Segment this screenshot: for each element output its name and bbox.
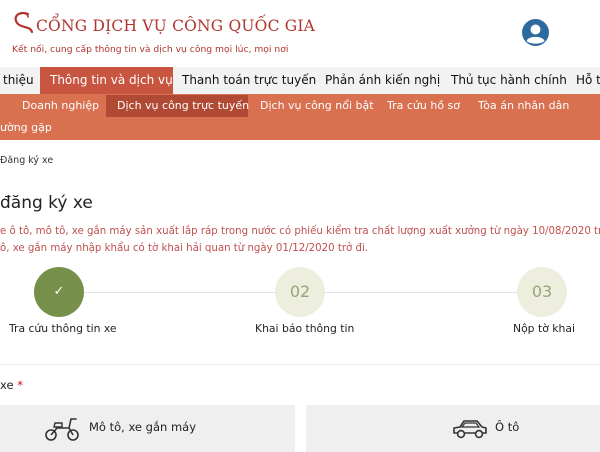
nav-item-online-payment[interactable]: Thanh toán trực tuyến [182, 67, 317, 94]
step-3-label: Nộp tờ khai [513, 322, 575, 335]
vehicle-option-motorbike-label: Mô tô, xe gắn máy [89, 420, 196, 434]
step-2-label: Khai báo thông tin [255, 322, 355, 335]
page-title: đăng ký xe [0, 193, 93, 213]
logo-swirl-icon [14, 11, 34, 34]
subnav-item-featured-services[interactable]: Dịch vụ công nổi bật [260, 95, 375, 117]
main-nav: thiệu Thông tin và dịch vụ Thanh toán tr… [0, 67, 600, 94]
vehicle-option-car-label: Ô tô [495, 420, 520, 434]
user-avatar-icon[interactable] [522, 19, 549, 46]
vehicle-option-motorbike[interactable]: Mô tô, xe gắn máy [0, 405, 295, 452]
nav-item-info-services[interactable]: Thông tin và dịch vụ [40, 67, 173, 94]
notice-line-1: e ô tô, mô tô, xe gắn máy sản xuất lắp r… [0, 226, 600, 237]
site-title[interactable]: CỔNG DỊCH VỤ CÔNG QUỐC GIA [36, 17, 315, 35]
required-mark: * [17, 378, 23, 392]
vehicle-type-label: xe * [0, 378, 23, 392]
nav-item-feedback[interactable]: Phản ánh kiến nghị [325, 67, 440, 94]
subnav-item-business[interactable]: Doanh nghiệp [22, 95, 102, 117]
nav-item-admin-procedures[interactable]: Thủ tục hành chính [451, 67, 567, 94]
subnav-item-faq[interactable]: ường gặp [0, 117, 60, 139]
step-3-marker: 03 [517, 267, 567, 317]
vehicle-type-label-text: xe [0, 378, 14, 392]
notice-line-2: ô, xe gắn máy nhập khẩu có tờ khai hải q… [0, 243, 369, 254]
nav-item-intro[interactable]: thiệu [0, 67, 40, 94]
subnav-item-lookup-records[interactable]: Tra cứu hồ sơ [387, 95, 467, 117]
nav-item-support[interactable]: Hỗ t [576, 67, 600, 94]
site-subtitle: Kết nối, cung cấp thông tin và dịch vụ c… [12, 44, 289, 55]
step-1-check-icon: ✓ [34, 267, 84, 317]
scooter-icon [45, 418, 79, 441]
breadcrumb[interactable]: Đăng ký xe [0, 155, 53, 166]
sub-nav: Doanh nghiệp Dịch vụ công trực tuyến Dịc… [0, 94, 600, 140]
step-2-marker: 02 [275, 267, 325, 317]
car-icon [453, 420, 487, 439]
subnav-item-peoples-court[interactable]: Tòa án nhân dân [478, 95, 578, 117]
subnav-item-online-services[interactable]: Dịch vụ công trực tuyến [106, 95, 249, 117]
step-1-label: Tra cứu thông tin xe [9, 322, 117, 335]
section-divider [0, 364, 600, 365]
site-header: CỔNG DỊCH VỤ CÔNG QUỐC GIA Kết nối, cung… [0, 0, 600, 67]
vehicle-option-car[interactable]: Ô tô [306, 405, 600, 452]
